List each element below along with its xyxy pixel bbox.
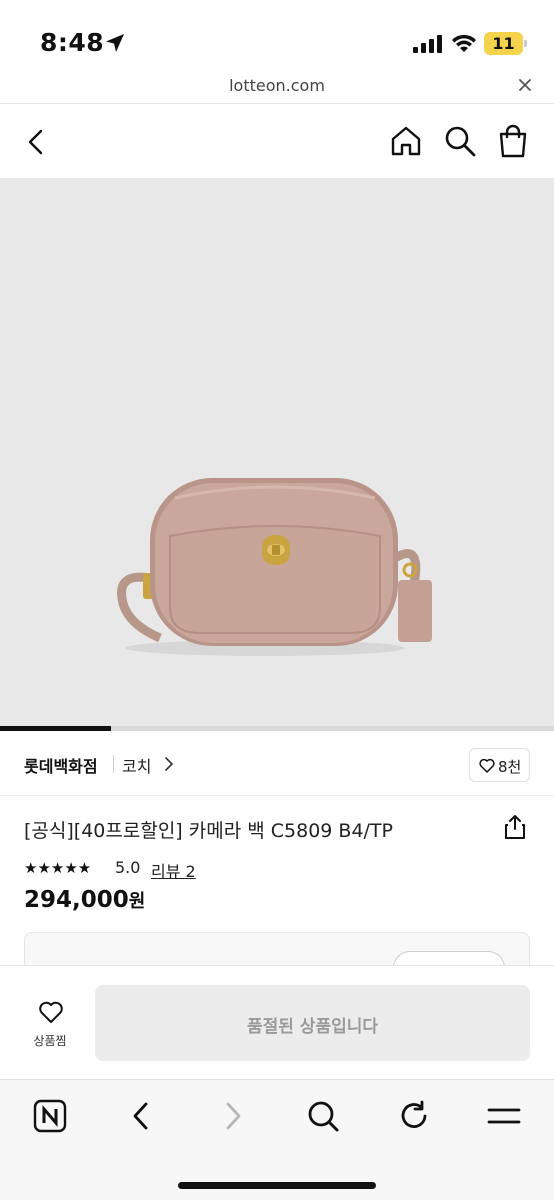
brand-like-button[interactable]: 8천 (469, 748, 530, 782)
review-link[interactable]: 리뷰 2 (151, 858, 196, 882)
naver-icon[interactable] (33, 1099, 67, 1133)
url-bar[interactable]: lotteon.com (0, 72, 554, 104)
browser-toolbar (0, 1079, 554, 1200)
gallery-progress-bar (0, 726, 554, 731)
brand-link[interactable]: 코치 (122, 753, 151, 777)
heart-outline-icon (479, 758, 495, 773)
browser-forward-icon[interactable] (221, 1099, 245, 1133)
site-header (0, 104, 554, 178)
home-icon[interactable] (389, 124, 423, 158)
product-title: [공식][40프로할인] 카메라 백 C5809 B4/TP (24, 820, 393, 842)
location-arrow-icon (106, 34, 124, 52)
gallery-progress-fill (0, 726, 111, 731)
soldout-label: 품절된 상품입니다 (246, 1017, 379, 1037)
heart-outline-icon[interactable] (38, 1000, 64, 1024)
wifi-icon (452, 34, 476, 52)
battery-indicator: 11 (484, 32, 528, 55)
soldout-button: 품절된 상품입니다 (95, 985, 530, 1061)
price-value: 294,000 (24, 887, 129, 913)
like-count: 8천 (498, 758, 522, 776)
search-icon[interactable] (443, 124, 477, 158)
share-icon[interactable] (503, 814, 527, 840)
battery-level: 11 (492, 34, 515, 53)
status-bar: 8:48 11 (0, 0, 554, 74)
product-image-gallery[interactable] (0, 178, 554, 726)
shopping-bag-icon[interactable] (496, 123, 530, 159)
browser-search-icon[interactable] (306, 1099, 340, 1133)
reload-icon[interactable] (397, 1099, 431, 1133)
menu-icon[interactable] (487, 1104, 521, 1128)
url-text[interactable]: lotteon.com (0, 76, 554, 95)
wishlist-label[interactable]: 상품찜 (20, 1032, 80, 1049)
camera-bag-image (117, 478, 432, 656)
browser-back-icon[interactable] (129, 1099, 153, 1133)
star-rating-icon: ★★★★★ (24, 859, 92, 877)
product-price: 294,000원 (24, 887, 145, 913)
purchase-action-bar: 상품찜 품절된 상품입니다 (0, 965, 554, 1079)
battery-cap (524, 40, 527, 47)
brand-divider (113, 755, 114, 773)
store-name[interactable]: 롯데백화점 (24, 753, 98, 777)
status-time: 8:48 (40, 28, 105, 57)
chevron-right-icon[interactable] (164, 757, 174, 771)
close-icon[interactable] (518, 78, 532, 92)
rating-value: 5.0 (115, 858, 141, 877)
back-arrow-icon[interactable] (22, 126, 50, 158)
rating-row: ★★★★★ 5.0 리뷰 2 (24, 857, 324, 882)
brand-row: 롯데백화점 코치 8천 (0, 736, 554, 796)
price-unit: 원 (128, 891, 146, 912)
cellular-signal-icon (413, 35, 442, 53)
home-indicator (178, 1182, 376, 1189)
